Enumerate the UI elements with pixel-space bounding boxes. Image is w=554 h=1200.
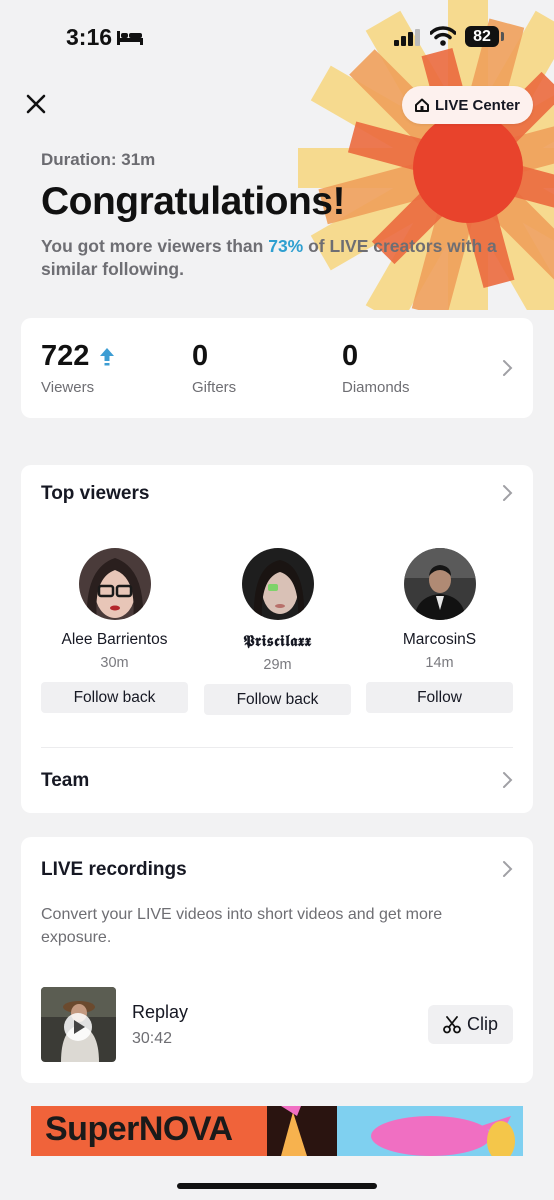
stat-gifters-label: Gifters xyxy=(192,379,237,396)
chevron-right-icon xyxy=(503,360,513,376)
live-duration: Duration: 31m xyxy=(41,150,156,169)
top-viewers-card: Top viewers Alee Barrientos 30m Follow b… xyxy=(21,465,533,813)
stat-diamonds: 0 Diamonds xyxy=(342,340,410,396)
home-indicator[interactable] xyxy=(177,1183,377,1189)
stat-viewers-value: 722 xyxy=(41,340,90,372)
stats-card[interactable]: 722 Viewers 0 Gifters 0 Diamonds xyxy=(21,318,533,418)
viewer-name: 𝕻𝖗𝖎𝖘𝖈𝖎𝖑𝖆𝖝𝖝 xyxy=(243,631,312,650)
viewer-name: MarcosinS xyxy=(402,631,477,648)
viewer-item: 𝕻𝖗𝖎𝖘𝖈𝖎𝖑𝖆𝖝𝖝 29m Follow back xyxy=(204,548,351,715)
chevron-right-icon[interactable] xyxy=(501,771,513,789)
stat-diamonds-label: Diamonds xyxy=(342,379,410,396)
status-time: 3:16 xyxy=(66,24,113,50)
wifi-icon xyxy=(430,26,456,46)
chevron-right-icon[interactable] xyxy=(501,484,513,502)
stat-viewers-label: Viewers xyxy=(41,379,95,396)
battery-tip xyxy=(501,32,504,41)
recordings-description: Convert your LIVE videos into short vide… xyxy=(41,906,443,946)
status-bar: 3:16 82 xyxy=(0,0,554,74)
scissors-icon xyxy=(443,1015,461,1033)
avatar[interactable] xyxy=(78,548,151,620)
follow-button[interactable]: Follow xyxy=(366,682,513,713)
promo-banner-title: SuperNOVA xyxy=(45,1110,233,1148)
signal-icon xyxy=(394,29,420,46)
arrow-up-icon xyxy=(100,347,115,365)
live-recordings-title: LIVE recordings xyxy=(41,859,187,880)
viewer-watch-time: 14m xyxy=(425,655,454,671)
live-recordings-card: LIVE recordings Convert your LIVE videos… xyxy=(21,837,533,1083)
stat-diamonds-value: 0 xyxy=(342,340,359,372)
close-icon[interactable] xyxy=(22,90,50,118)
clip-button[interactable]: Clip xyxy=(428,1005,513,1044)
viewer-watch-time: 30m xyxy=(100,655,129,671)
promo-banner[interactable]: SuperNOVA xyxy=(31,1106,523,1156)
stat-viewers: 722 Viewers xyxy=(41,340,115,396)
replay-title: Replay xyxy=(132,1002,189,1022)
bed-icon xyxy=(117,31,143,45)
live-center-button[interactable]: LIVE Center xyxy=(402,86,533,124)
summary-text-before: You got more viewers than xyxy=(41,236,269,256)
viewer-name: Alee Barrientos xyxy=(61,631,168,648)
congrats-headline: Congratulations! xyxy=(41,180,345,223)
team-row-label[interactable]: Team xyxy=(41,770,89,792)
home-icon xyxy=(414,98,429,112)
follow-back-button[interactable]: Follow back xyxy=(41,682,188,713)
performance-summary: You got more viewers than 73% of LIVE cr… xyxy=(41,235,511,281)
stat-gifters: 0 Gifters xyxy=(192,340,236,396)
chevron-right-icon[interactable] xyxy=(501,860,513,878)
clip-label: Clip xyxy=(466,1014,498,1034)
avatar[interactable] xyxy=(403,548,476,620)
divider xyxy=(41,747,513,748)
stat-gifters-value: 0 xyxy=(192,340,209,372)
summary-percent: 73% xyxy=(268,236,304,256)
live-center-label: LIVE Center xyxy=(434,96,521,114)
viewer-item: Alee Barrientos 30m Follow back xyxy=(41,548,188,713)
viewer-watch-time: 29m xyxy=(263,657,292,673)
follow-back-button[interactable]: Follow back xyxy=(204,684,351,715)
viewer-item: MarcosinS 14m Follow xyxy=(366,548,513,713)
top-viewers-title: Top viewers xyxy=(41,483,150,504)
battery-indicator: 82 xyxy=(465,26,499,47)
replay-thumbnail[interactable] xyxy=(41,987,116,1062)
avatar[interactable] xyxy=(241,548,314,620)
replay-duration: 30:42 xyxy=(132,1030,173,1047)
